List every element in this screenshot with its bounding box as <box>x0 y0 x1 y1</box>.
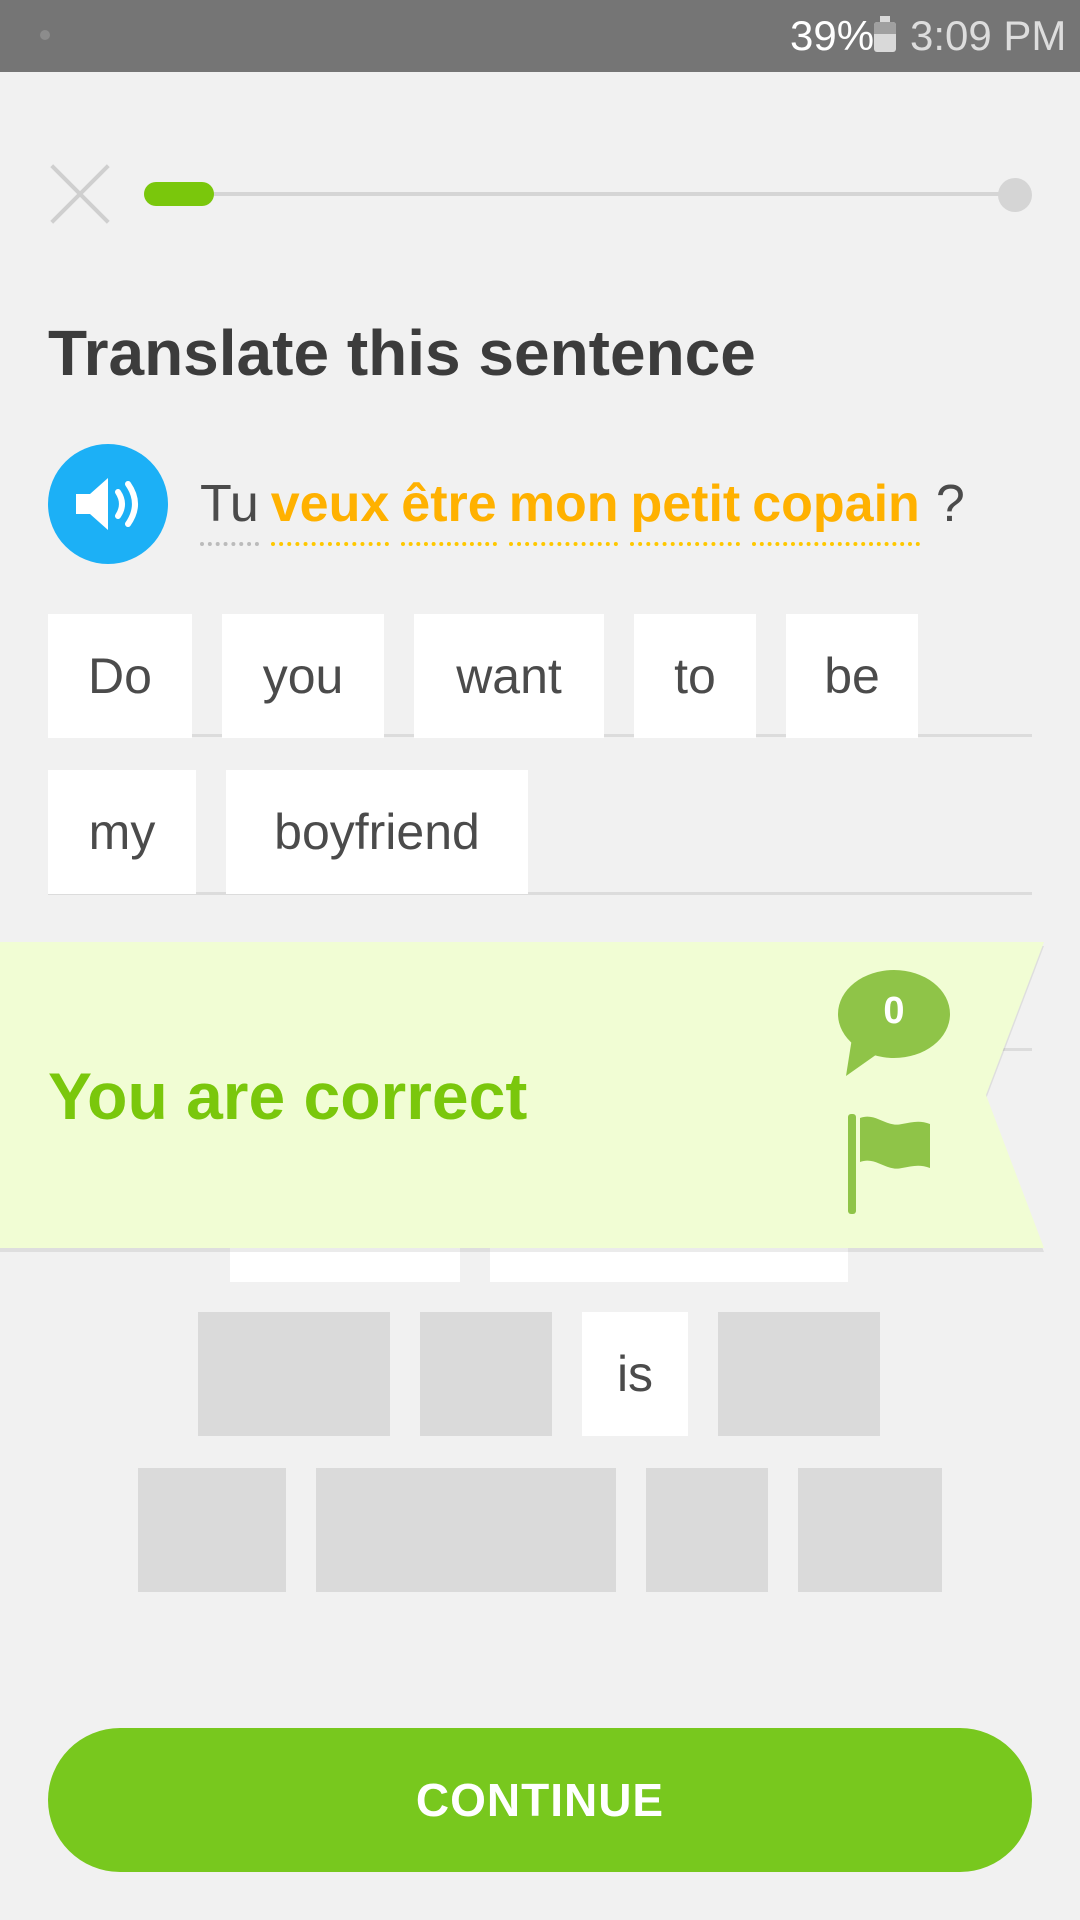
word-bank-tile[interactable]: is <box>582 1312 688 1436</box>
flag-icon <box>848 1114 930 1214</box>
status-bar: 39% 3:09 PM <box>0 0 1080 72</box>
answer-tile[interactable]: be <box>786 614 918 738</box>
prompt-word-highlighted[interactable]: petit <box>630 474 741 546</box>
prompt-word-highlighted[interactable]: mon <box>508 474 619 546</box>
answer-tile[interactable]: want <box>414 614 604 738</box>
prompt-word-highlighted[interactable]: copain <box>752 474 920 546</box>
answer-tile[interactable]: you <box>222 614 384 738</box>
prompt-punctuation: ? <box>935 475 965 533</box>
comment-count: 0 <box>883 990 905 1032</box>
answer-tile[interactable]: boyfriend <box>226 770 528 894</box>
progress-end-marker <box>998 178 1032 212</box>
word-bank-slot-empty <box>718 1312 880 1436</box>
lesson-progress-track <box>144 192 1014 196</box>
notification-dot-icon <box>40 30 50 40</box>
prompt-sentence: Tu veux être mon petit copain? <box>200 474 965 546</box>
prompt-word-highlighted[interactable]: veux <box>270 474 390 546</box>
lesson-progress-fill <box>144 182 214 206</box>
answer-tile[interactable]: Do <box>48 614 192 738</box>
page-title: Translate this sentence <box>48 317 756 389</box>
answer-tile[interactable]: to <box>634 614 756 738</box>
battery-percent: 39% <box>790 12 875 59</box>
word-bank-slot-empty <box>316 1468 616 1592</box>
word-bank-slot-empty <box>798 1468 942 1592</box>
battery-icon <box>874 16 896 52</box>
prompt-word-highlighted[interactable]: être <box>401 474 497 546</box>
close-icon[interactable] <box>48 162 112 226</box>
answer-tile[interactable]: my <box>48 770 196 894</box>
comment-button[interactable]: 0 <box>836 968 956 1078</box>
word-bank-slot-empty <box>420 1312 552 1436</box>
prompt-word[interactable]: Tu <box>200 474 259 546</box>
word-bank-slot-empty <box>138 1468 286 1592</box>
speaker-icon <box>76 478 138 530</box>
speaker-button[interactable] <box>48 444 168 564</box>
word-bank-slot-empty <box>646 1468 768 1592</box>
report-button[interactable] <box>846 1112 936 1216</box>
feedback-message: You are correct <box>48 1059 528 1133</box>
continue-button[interactable]: CONTINUE <box>48 1728 1032 1872</box>
status-time: 3:09 PM <box>910 12 1067 59</box>
word-bank-slot-empty <box>198 1312 390 1436</box>
